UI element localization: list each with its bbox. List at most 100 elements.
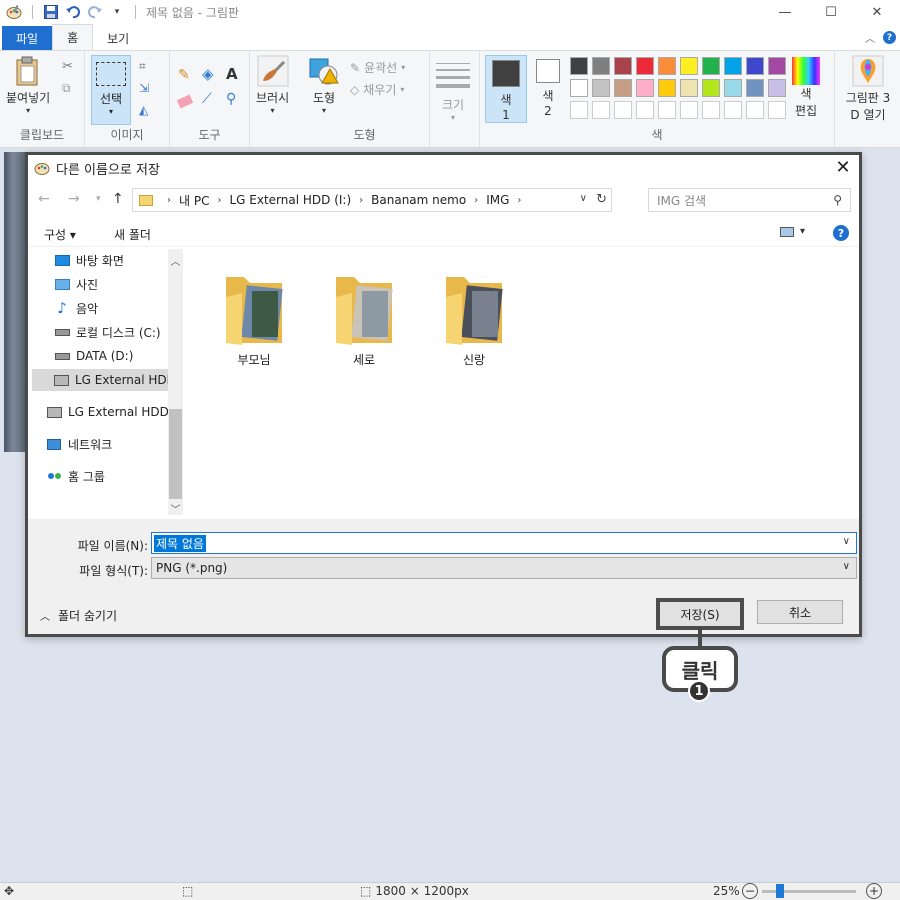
nav-item-external-hdd-selected[interactable]: LG External HDD — [32, 369, 168, 391]
filename-input[interactable]: 제목 없음 ∨ — [151, 532, 857, 554]
zoom-slider-track[interactable] — [762, 884, 856, 898]
color-swatch[interactable] — [768, 79, 786, 97]
breadcrumb-item[interactable]: Bananam nemo — [371, 193, 466, 207]
refresh-icon[interactable]: ↻ — [596, 192, 607, 207]
crop-icon[interactable]: ⌗ — [139, 59, 155, 75]
fill-bucket-icon[interactable]: ◈ — [202, 65, 218, 83]
scroll-down-icon[interactable]: ﹀ — [168, 501, 183, 516]
color-swatch[interactable] — [724, 79, 742, 97]
help-icon[interactable]: ? — [833, 225, 849, 241]
undo-icon[interactable] — [65, 4, 81, 20]
hide-folders-button[interactable]: ︿ 폴더 숨기기 — [40, 607, 117, 624]
custom-color-swatch[interactable] — [614, 101, 632, 119]
shapes-button[interactable]: 도형 ▾ — [308, 55, 340, 115]
brushes-button[interactable]: 브러시 ▾ — [256, 55, 289, 115]
resize-icon[interactable]: ⇲ — [139, 81, 155, 97]
color-swatch[interactable] — [614, 79, 632, 97]
folder-item[interactable]: 세로 — [324, 267, 404, 368]
address-bar[interactable]: › 내 PC › LG External HDD (I:) › Bananam … — [132, 188, 612, 212]
color-swatch[interactable] — [768, 57, 786, 75]
scroll-up-icon[interactable]: ︿ — [168, 253, 183, 268]
save-icon[interactable] — [43, 4, 59, 20]
redo-icon[interactable] — [87, 4, 103, 20]
recent-locations-icon[interactable]: ▾ — [96, 194, 101, 204]
color-swatch[interactable] — [702, 79, 720, 97]
close-window-button[interactable]: ✕ — [854, 0, 900, 24]
minimize-button[interactable]: — — [762, 0, 808, 24]
custom-color-swatch[interactable] — [658, 101, 676, 119]
color-picker-icon[interactable]: ⟋ — [202, 91, 218, 107]
search-input[interactable]: IMG 검색 ⚲ — [648, 188, 851, 212]
color-swatch[interactable] — [746, 57, 764, 75]
color-swatch[interactable] — [636, 79, 654, 97]
zoom-slider-thumb[interactable] — [775, 884, 784, 898]
up-arrow-icon[interactable]: ↑ — [112, 191, 124, 207]
rotate-icon[interactable]: ◭ — [139, 103, 155, 119]
color-swatch[interactable] — [746, 79, 764, 97]
custom-color-swatch[interactable] — [768, 101, 786, 119]
nav-item-network[interactable]: 네트워크 — [46, 433, 186, 455]
organize-button[interactable]: 구성 ▾ — [44, 226, 76, 243]
back-arrow-icon[interactable]: ← — [38, 191, 50, 207]
select-button[interactable]: 선택 ▾ — [91, 55, 131, 125]
custom-color-swatch[interactable] — [570, 101, 588, 119]
filetype-select[interactable]: PNG (*.png) ∨ — [151, 557, 857, 579]
tab-view[interactable]: 보기 — [93, 26, 143, 50]
scrollbar-thumb[interactable] — [169, 409, 182, 499]
tab-file[interactable]: 파일 — [2, 26, 53, 50]
color-swatch[interactable] — [570, 79, 588, 97]
canvas-image[interactable] — [4, 152, 26, 452]
breadcrumb-item[interactable]: IMG — [486, 193, 509, 207]
size-button[interactable]: 크기 ▾ — [436, 55, 470, 122]
nav-item-external-hdd[interactable]: LG External HDD — [46, 401, 186, 423]
forward-arrow-icon[interactable]: → — [68, 191, 80, 207]
folder-item[interactable]: 부모님 — [214, 267, 294, 368]
folder-item[interactable]: 신랑 — [434, 267, 514, 368]
color-swatch[interactable] — [724, 57, 742, 75]
nav-item-homegroup[interactable]: 홈 그룹 — [46, 465, 186, 487]
magnifier-icon[interactable]: ⚲ — [226, 91, 242, 107]
chevron-down-icon[interactable]: ∨ — [843, 536, 850, 547]
text-icon[interactable]: A — [226, 65, 242, 83]
customize-qat-icon[interactable]: ▾ — [109, 4, 125, 20]
navigation-scrollbar[interactable]: ︿ ﹀ — [168, 249, 183, 516]
color-swatch[interactable] — [592, 79, 610, 97]
collapse-ribbon-icon[interactable]: ︿ — [865, 30, 875, 45]
new-folder-button[interactable]: 새 폴더 — [114, 226, 151, 243]
fill-button[interactable]: ◇ 채우기 ▾ — [350, 81, 404, 98]
custom-color-swatch[interactable] — [592, 101, 610, 119]
custom-color-swatch[interactable] — [746, 101, 764, 119]
custom-color-swatch[interactable] — [636, 101, 654, 119]
zoom-in-button[interactable]: + — [866, 883, 882, 899]
pencil-icon[interactable]: ✎ — [178, 67, 194, 83]
color-swatch[interactable] — [680, 79, 698, 97]
color2-button[interactable]: 색 2 — [527, 55, 569, 123]
eraser-icon[interactable] — [176, 94, 194, 109]
help-icon[interactable]: ? — [883, 31, 896, 44]
dialog-close-button[interactable]: ✕ — [833, 157, 853, 178]
color-swatch[interactable] — [636, 57, 654, 75]
color-swatch[interactable] — [570, 57, 588, 75]
open-paint3d-button[interactable]: 그림판 3 D 열기 — [840, 55, 896, 123]
breadcrumb-item[interactable]: LG External HDD (I:) — [229, 193, 351, 207]
color-swatch[interactable] — [702, 57, 720, 75]
breadcrumb-item[interactable]: 내 PC — [179, 192, 209, 209]
custom-color-swatch[interactable] — [724, 101, 742, 119]
edit-colors-button[interactable]: 색 편집 — [792, 55, 820, 119]
color-swatch[interactable] — [614, 57, 632, 75]
color-swatch[interactable] — [658, 79, 676, 97]
zoom-out-button[interactable]: − — [742, 883, 758, 899]
color-swatch[interactable] — [592, 57, 610, 75]
maximize-button[interactable]: ☐ — [808, 0, 854, 24]
custom-color-swatch[interactable] — [680, 101, 698, 119]
view-options-button[interactable]: ▾ — [779, 226, 805, 237]
copy-icon[interactable]: ⧉ — [62, 81, 78, 97]
cancel-button[interactable]: 취소 — [757, 600, 843, 624]
color-swatch[interactable] — [680, 57, 698, 75]
color-swatch[interactable] — [658, 57, 676, 75]
cut-icon[interactable]: ✂ — [62, 59, 78, 75]
address-dropdown-icon[interactable]: ∨ — [580, 193, 587, 204]
custom-color-swatch[interactable] — [702, 101, 720, 119]
color1-button[interactable]: 색 1 — [485, 55, 527, 123]
paste-button[interactable]: 붙여넣기 ▾ — [6, 55, 50, 115]
